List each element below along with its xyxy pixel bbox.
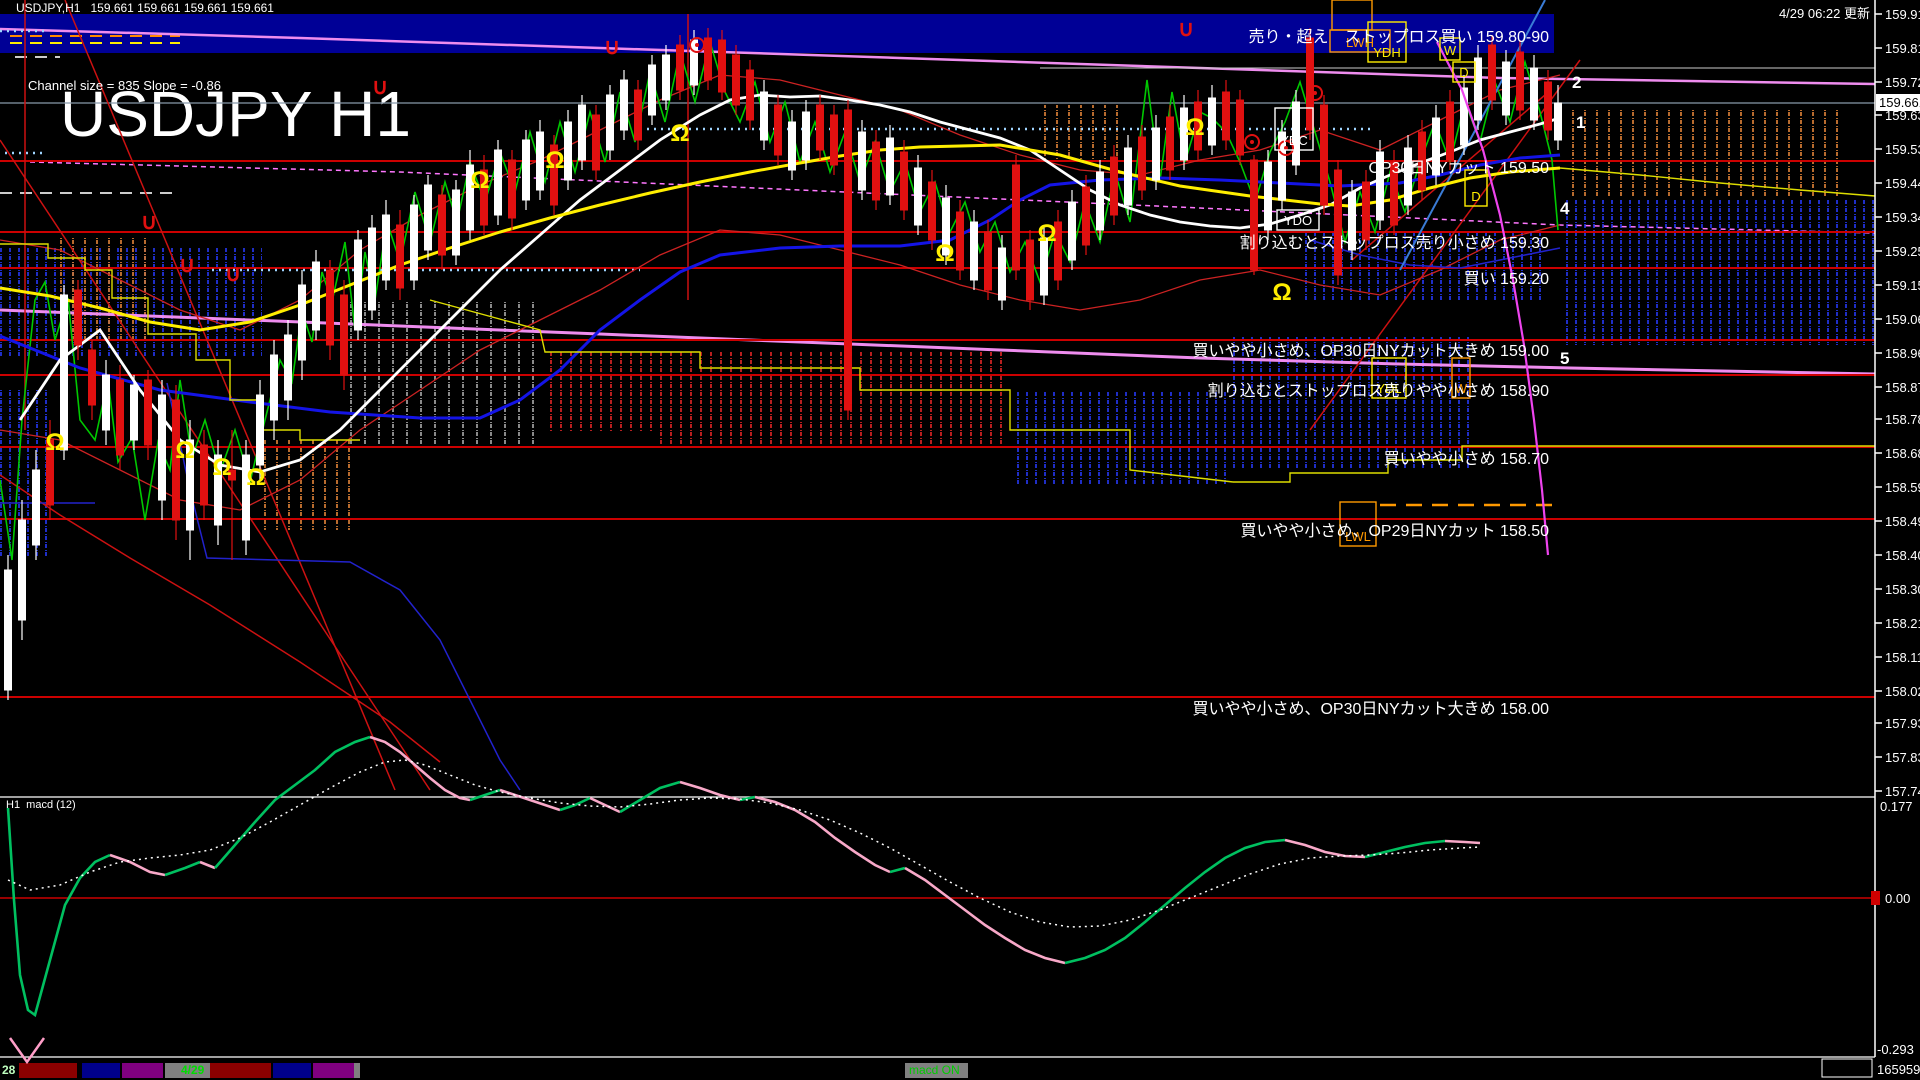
buy-marker-icon: Ω <box>45 429 64 456</box>
price-tick-label: 158.685 <box>1885 446 1920 461</box>
buy-marker-icon: Ω <box>212 454 231 481</box>
sell-marker-icon: ∪ <box>372 74 388 99</box>
annotation-text: 売り・超え ストップロス買い 159.80-90 <box>1248 28 1549 46</box>
macd-zero-label: 0.00 <box>1885 891 1910 906</box>
buy-marker-icon: Ω <box>1185 114 1204 141</box>
price-tick-label: 157.740 <box>1885 784 1920 799</box>
price-tick-label: 157.930 <box>1885 716 1920 731</box>
sell-marker-icon: ∪ <box>179 252 195 277</box>
price-tick-label: 159.440 <box>1885 176 1920 191</box>
label-box-ydo: YDO <box>1284 213 1312 228</box>
sell-marker-icon: ∪ <box>141 209 157 234</box>
price-tick-label: 159.250 <box>1885 244 1920 259</box>
buy-marker-icon: Ω <box>670 120 689 147</box>
label-box-d: D <box>1459 65 1468 80</box>
label-box-ydc: YDC <box>1280 133 1307 148</box>
sell-marker-icon: ∪ <box>604 34 620 59</box>
price-tick-label: 159.815 <box>1885 41 1920 56</box>
buy-marker-icon: Ω <box>1037 220 1056 247</box>
sell-marker-icon: ∪ <box>225 261 241 286</box>
wave-number: 5 <box>1560 349 1569 368</box>
price-tick-label: 159.720 <box>1885 75 1920 90</box>
price-tick-label: 158.870 <box>1885 380 1920 395</box>
bar-counter-label: 165959 <box>1877 1062 1920 1077</box>
buy-marker-icon: Ω <box>545 147 564 174</box>
price-tick-label: 159.535 <box>1885 142 1920 157</box>
annotation-text: 買いやや小さめ 158.70 <box>1384 450 1549 468</box>
annotation-text: 買いやや小さめ、OP30日NYカット大きめ 158.00 <box>1192 700 1549 718</box>
price-tick-label: 159.910 <box>1885 7 1920 22</box>
annotation-text: 買いやや小さめ、OP30日NYカット大きめ 159.00 <box>1192 342 1549 360</box>
macd-min-label: -0.293 <box>1877 1042 1914 1057</box>
mt4-chart-window: USDJPY H1ΩΩΩΩΩΩΩΩΩΩΩ∪∪∪∪∪∪LWHYDHWDYDCYDO… <box>0 0 1920 1080</box>
macd-max-label: 0.177 <box>1880 799 1913 814</box>
price-tick-label: 158.305 <box>1885 582 1920 597</box>
wave-number: 2 <box>1572 73 1581 92</box>
sell-marker-icon: ∪ <box>1178 16 1194 41</box>
annotation-text: 割り込むとストップロス売りやや小さめ 158.90 <box>1208 382 1549 400</box>
price-tick-label: 159.345 <box>1885 210 1920 225</box>
price-tick-label: 159.060 <box>1885 312 1920 327</box>
buy-marker-icon: Ω <box>1272 279 1291 306</box>
annotation-text: 割り込むとストップロス売り小さめ 159.30 <box>1240 234 1549 252</box>
annotation-text: 買い 159.20 <box>1464 271 1549 288</box>
price-tick-label: 158.590 <box>1885 480 1920 495</box>
wave-number: 4 <box>1560 199 1570 218</box>
price-tick-label: 159.155 <box>1885 278 1920 293</box>
buy-marker-icon: Ω <box>935 240 954 267</box>
buy-marker-icon: Ω <box>470 167 489 194</box>
price-tick-label: 158.210 <box>1885 616 1920 631</box>
chart-canvas[interactable]: USDJPY H1ΩΩΩΩΩΩΩΩΩΩΩ∪∪∪∪∪∪LWHYDHWDYDCYDO… <box>0 0 1920 1080</box>
wave-number: 1 <box>1576 113 1585 132</box>
price-tick-label: 158.400 <box>1885 548 1920 563</box>
annotation-text: 買いやや小さめ、OP29日NYカット 158.50 <box>1240 522 1549 540</box>
label-box-d: D <box>1471 189 1480 204</box>
label-box-ydh: YDH <box>1373 45 1400 60</box>
price-tick-label: 158.115 <box>1885 650 1920 665</box>
price-tick-label: 158.495 <box>1885 514 1920 529</box>
annotation-text: OP30日NYカット 159.50 <box>1368 160 1549 177</box>
price-tick-label: 158.780 <box>1885 412 1920 427</box>
buy-marker-icon: Ω <box>175 437 194 464</box>
current-price-badge: 159.661 <box>1879 95 1920 110</box>
price-tick-label: 157.835 <box>1885 750 1920 765</box>
price-tick-label: 158.020 <box>1885 684 1920 699</box>
price-tick-label: 158.965 <box>1885 346 1920 361</box>
buy-marker-icon: Ω <box>246 464 265 491</box>
